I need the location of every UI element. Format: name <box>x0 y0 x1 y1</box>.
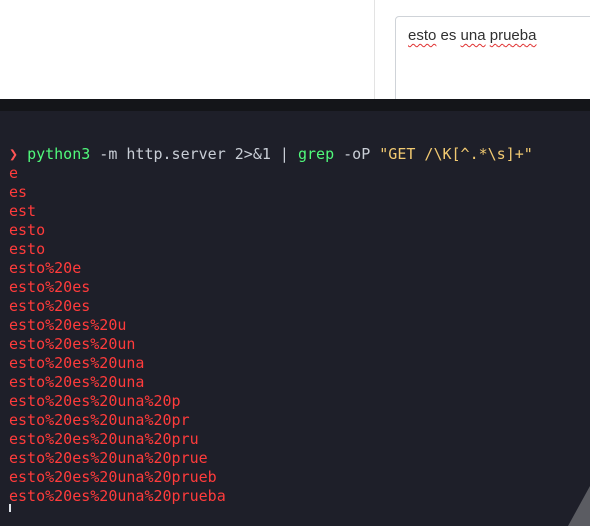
background-logo-fragment <box>568 486 590 526</box>
textbox-word: es <box>440 27 457 44</box>
output-line: esto%20es%20una%20prueb <box>9 468 217 486</box>
output-line: esto%20es%20u <box>9 316 127 334</box>
terminal-top-bar <box>0 99 590 111</box>
command-args: -m http.server 2>&1 | <box>90 145 298 163</box>
output-line: esto%20es%20una%20prueba <box>9 487 226 505</box>
command-line: ❯ python3 -m http.server 2>&1 | grep -oP… <box>9 145 533 164</box>
output-line: esto%20es%20un <box>9 335 136 353</box>
filter-program: grep <box>298 145 335 163</box>
output-line: esto <box>9 240 46 258</box>
textbox-word: prueba <box>489 27 537 44</box>
output-line: esto%20es%20una <box>9 354 145 372</box>
textbox-word: esto <box>408 27 437 44</box>
output-line: esto%20e <box>9 259 82 277</box>
filter-flags: -oP <box>334 145 380 163</box>
output-lines: e es est esto esto esto%20e esto%20es es… <box>9 164 226 506</box>
textbox-word: una <box>460 27 486 44</box>
output-line: esto%20es%20una%20p <box>9 392 181 410</box>
output-line: esto%20es <box>9 278 91 296</box>
output-line: esto%20es%20una%20prue <box>9 449 208 467</box>
output-line: esto%20es%20una%20pru <box>9 430 199 448</box>
output-line: esto <box>9 221 46 239</box>
output-line: esto%20es%20una%20pr <box>9 411 190 429</box>
output-line: est <box>9 202 37 220</box>
terminal-window[interactable]: ❯ python3 -m http.server 2>&1 | grep -oP… <box>0 111 590 526</box>
output-line: e <box>9 164 19 182</box>
output-line: es <box>9 183 28 201</box>
command-program: python3 <box>27 145 91 163</box>
browser-left-pane <box>0 0 374 99</box>
prompt-symbol: ❯ <box>9 145 19 163</box>
output-line: esto%20es%20una <box>9 373 145 391</box>
grep-pattern: "GET /\K[^.*\s]+" <box>379 145 533 163</box>
output-line: esto%20es <box>9 297 91 315</box>
